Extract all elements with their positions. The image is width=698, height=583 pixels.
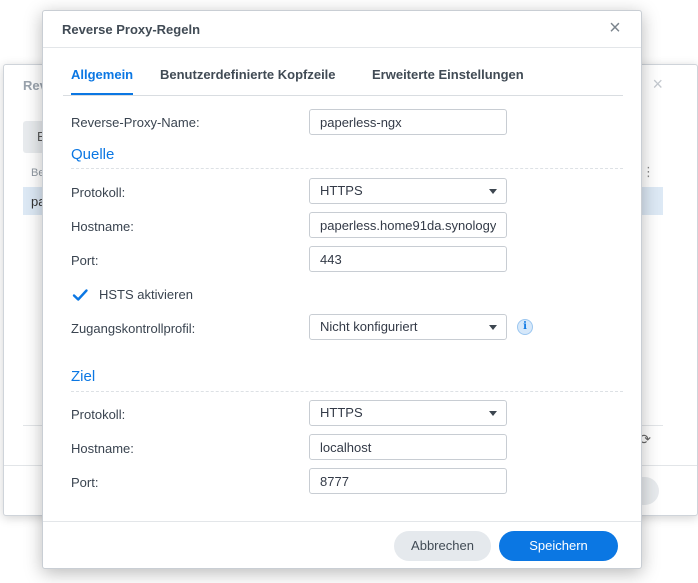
hsts-label: HSTS aktivieren bbox=[99, 287, 193, 302]
destination-hostname-input[interactable] bbox=[309, 434, 507, 460]
source-port-input[interactable] bbox=[309, 246, 507, 272]
destination-heading: Ziel bbox=[71, 368, 96, 385]
more-options-icon: ⋮ bbox=[642, 164, 655, 179]
chevron-down-icon bbox=[489, 189, 497, 194]
source-protocol-value: HTTPS bbox=[320, 183, 363, 198]
proxy-name-input[interactable] bbox=[309, 109, 507, 135]
proxy-name-label: Reverse-Proxy-Name: bbox=[71, 115, 200, 130]
save-button[interactable]: Speichern bbox=[499, 531, 618, 561]
destination-protocol-value: HTTPS bbox=[320, 405, 363, 420]
access-profile-label: Zugangskontrollprofil: bbox=[71, 321, 196, 336]
source-heading: Quelle bbox=[71, 146, 115, 163]
title-divider bbox=[43, 47, 641, 48]
background-close-icon: × bbox=[652, 74, 663, 94]
cancel-button[interactable]: Abbrechen bbox=[394, 531, 491, 561]
tab-custom-header[interactable]: Benutzerdefinierte Kopfzeile bbox=[160, 67, 336, 94]
destination-protocol-select[interactable]: HTTPS bbox=[309, 400, 507, 426]
hsts-checkbox-row[interactable]: HSTS aktivieren bbox=[71, 286, 231, 304]
access-profile-value: Nicht konfiguriert bbox=[320, 319, 418, 334]
chevron-down-icon bbox=[489, 325, 497, 330]
destination-port-label: Port: bbox=[71, 475, 99, 490]
tab-advanced-settings[interactable]: Erweiterte Einstellungen bbox=[372, 67, 524, 94]
source-divider bbox=[71, 168, 623, 169]
dialog-title: Reverse Proxy-Regeln bbox=[62, 22, 201, 37]
tab-allgemein[interactable]: Allgemein bbox=[71, 67, 134, 95]
close-icon[interactable]: × bbox=[605, 18, 625, 38]
source-protocol-select[interactable]: HTTPS bbox=[309, 178, 507, 204]
reverse-proxy-dialog: Reverse Proxy-Regeln × Allgemein Benutze… bbox=[42, 10, 642, 569]
destination-hostname-label: Hostname: bbox=[71, 441, 134, 456]
destination-port-input[interactable] bbox=[309, 468, 507, 494]
access-profile-select[interactable]: Nicht konfiguriert bbox=[309, 314, 507, 340]
source-hostname-input[interactable] bbox=[309, 212, 507, 238]
tab-bar: Allgemein Benutzerdefinierte Kopfzeile E… bbox=[63, 67, 623, 96]
source-hostname-label: Hostname: bbox=[71, 219, 134, 234]
footer-divider bbox=[43, 521, 641, 522]
source-port-label: Port: bbox=[71, 253, 99, 268]
checkbox-checked-icon[interactable] bbox=[71, 286, 89, 304]
destination-protocol-label: Protokoll: bbox=[71, 407, 126, 422]
info-icon[interactable]: i bbox=[517, 319, 533, 335]
destination-divider bbox=[71, 391, 623, 392]
source-protocol-label: Protokoll: bbox=[71, 185, 126, 200]
chevron-down-icon bbox=[489, 411, 497, 416]
